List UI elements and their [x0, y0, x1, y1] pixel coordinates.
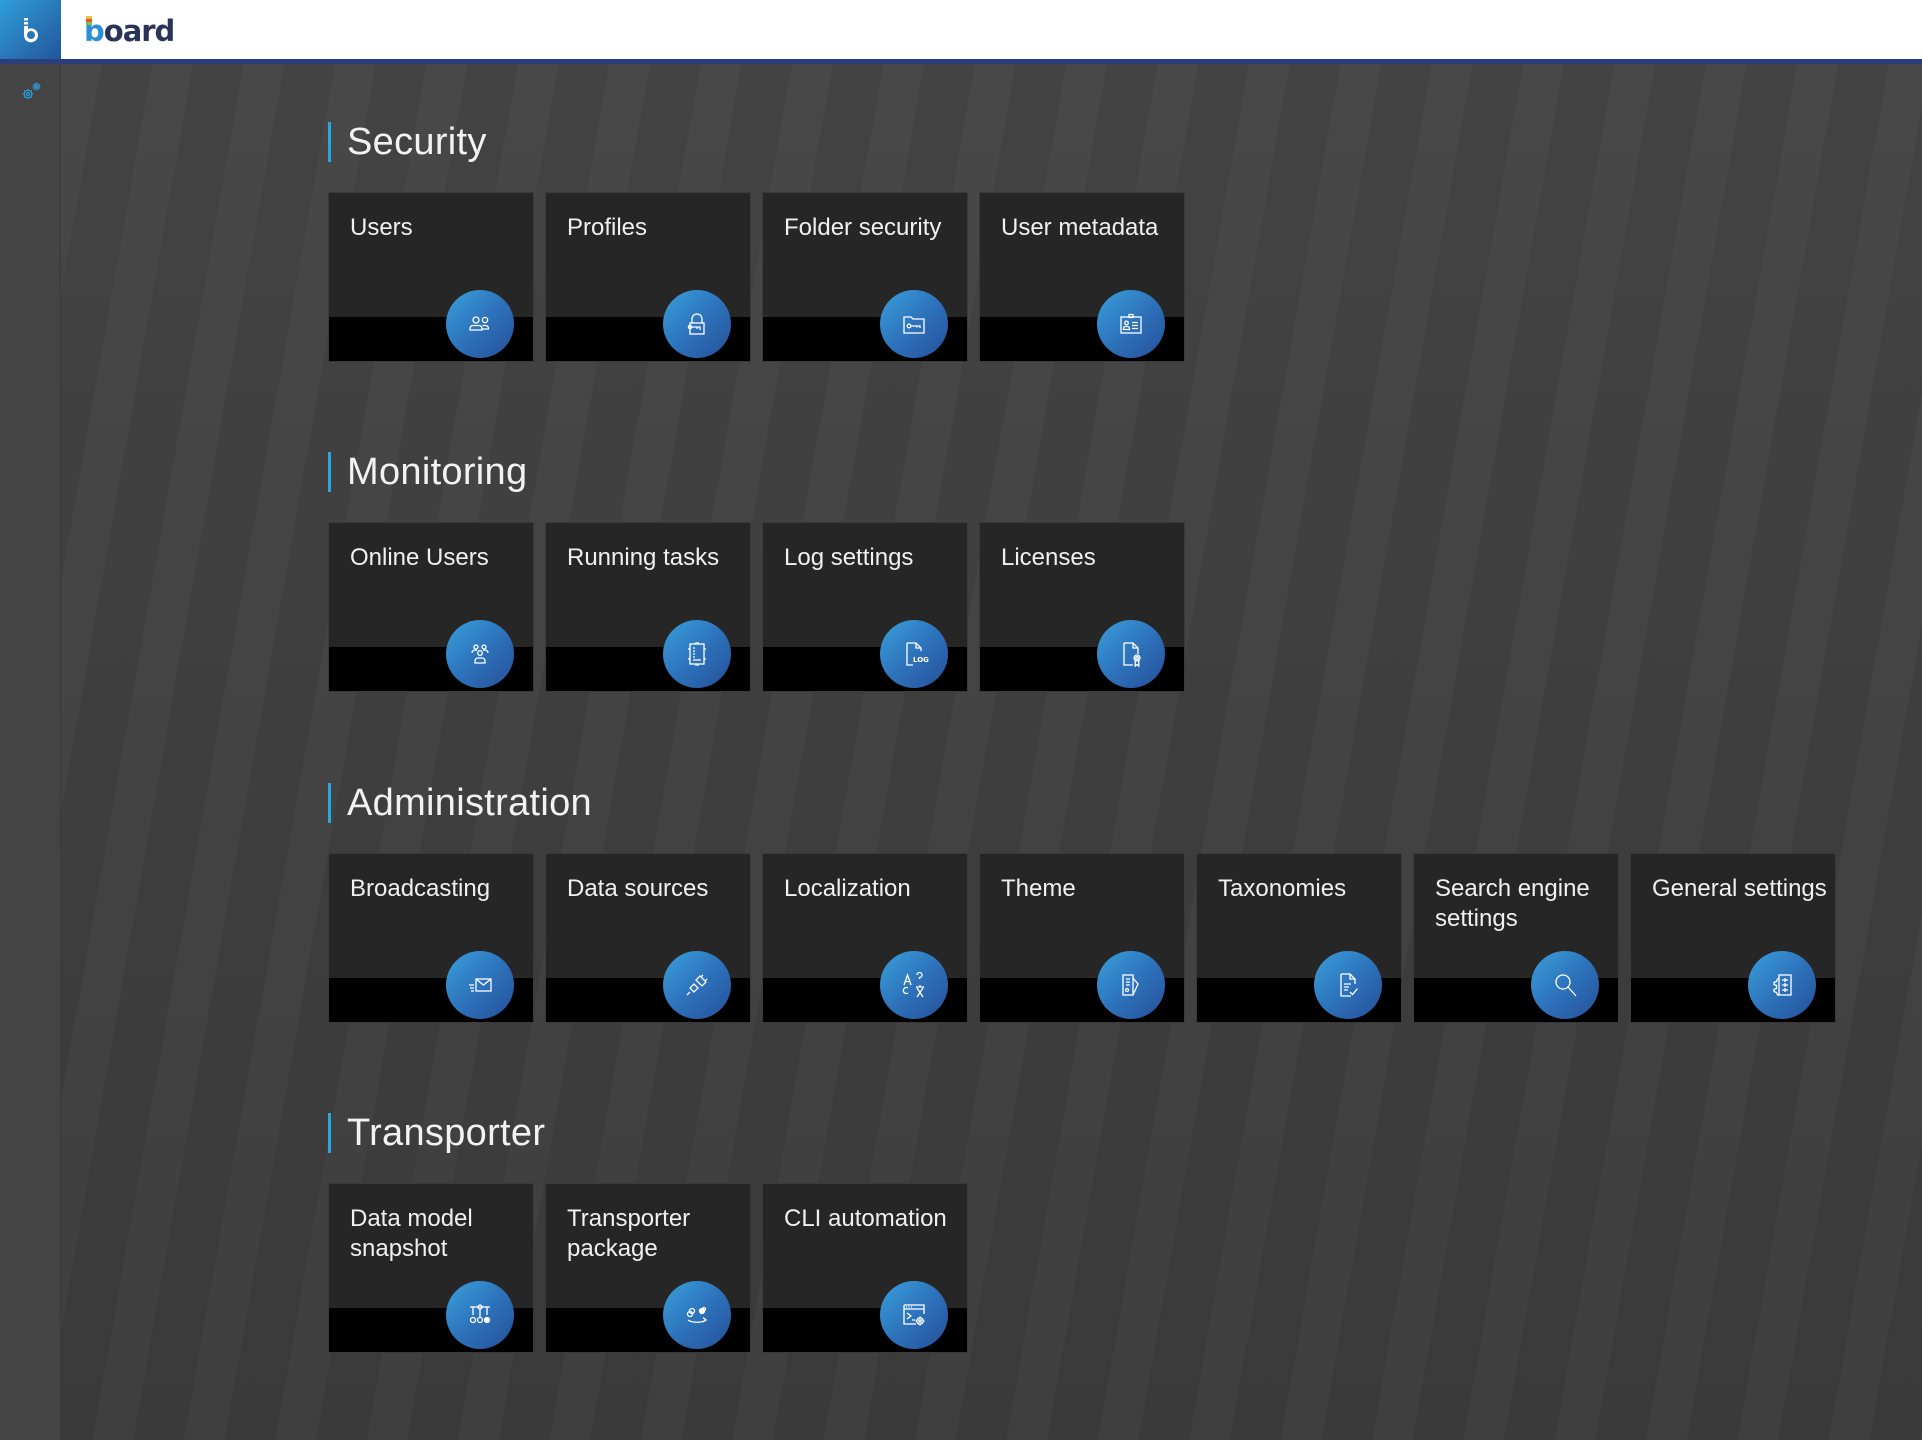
- tile-icon-badge: [1097, 290, 1165, 358]
- tile-label: CLI automation: [784, 1205, 947, 1232]
- tile-localization[interactable]: Localization: [762, 853, 968, 1023]
- tile-icon-badge: [663, 290, 731, 358]
- log-file-icon: LOG: [906, 642, 929, 666]
- top-header: b oard: [0, 0, 1922, 59]
- board-b-icon: [23, 17, 38, 42]
- transfer-icon: [686, 1306, 708, 1323]
- folder-key-icon: [903, 316, 925, 334]
- section-heading-transporter: Transporter: [328, 1113, 545, 1153]
- tile-theme[interactable]: Theme: [979, 853, 1185, 1023]
- tile-label: User metadata: [1001, 214, 1159, 241]
- tile-cli-automation[interactable]: CLI automation: [762, 1183, 968, 1353]
- mail-send-icon: [469, 978, 492, 992]
- tile-folder-security[interactable]: Folder security: [762, 192, 968, 362]
- tile-icon-badge: [446, 620, 514, 688]
- tile-log-settings[interactable]: Log settings LOG: [762, 522, 968, 692]
- tile-taxonomies[interactable]: Taxonomies: [1196, 853, 1402, 1023]
- svg-text:LOG: LOG: [913, 656, 929, 664]
- section-title: Monitoring: [347, 451, 528, 493]
- section-title: Security: [347, 121, 487, 163]
- board-logo: b oard: [84, 12, 176, 48]
- tile-label: Broadcasting: [350, 875, 491, 902]
- section-accent-bar: [328, 122, 331, 162]
- tile-icon-badge: LOG: [880, 620, 948, 688]
- tile-icon-badge: [663, 951, 731, 1019]
- tile-icon-badge: [1097, 620, 1165, 688]
- tile-label: Running tasks: [567, 544, 720, 571]
- terminal-gear-icon: [903, 1304, 925, 1326]
- tile-icon-badge: [446, 1281, 514, 1349]
- translate-icon: [902, 971, 924, 998]
- tile-label: Data model snapshot: [350, 1205, 473, 1262]
- tile-transporter-package[interactable]: Transporter package: [545, 1183, 751, 1353]
- tile-icon-badge: [1314, 951, 1382, 1019]
- section-accent-bar: [328, 783, 331, 823]
- tile-label: Transporter package: [567, 1205, 691, 1262]
- tile-data-sources[interactable]: Data sources: [545, 853, 751, 1023]
- tile-icon-badge: [1531, 951, 1599, 1019]
- chip-icon: [688, 642, 706, 666]
- lock-key-icon: [687, 313, 705, 335]
- tile-icon-badge: [663, 1281, 731, 1349]
- tile-label: Online Users: [350, 544, 489, 571]
- tile-icon-badge: [663, 620, 731, 688]
- data-model-icon: [469, 1304, 491, 1324]
- section-accent-bar: [328, 1113, 331, 1153]
- section-heading-security: Security: [328, 122, 487, 162]
- gears-icon[interactable]: [20, 79, 44, 103]
- tile-icon-badge: [1097, 951, 1165, 1019]
- tile-icon-badge: [446, 290, 514, 358]
- tile-label: Licenses: [1001, 544, 1096, 571]
- license-certificate-icon: [1123, 642, 1141, 668]
- settings-sliders-icon: [1773, 974, 1792, 996]
- tile-running-tasks[interactable]: Running tasks: [545, 522, 751, 692]
- online-users-icon: [471, 644, 489, 664]
- tile-label: Theme: [1001, 875, 1076, 902]
- tile-label: Taxonomies: [1218, 875, 1347, 902]
- tile-label: Data sources: [567, 875, 709, 902]
- tile-icon-badge: [446, 951, 514, 1019]
- tile-general-settings[interactable]: General settings: [1630, 853, 1836, 1023]
- sidebar: [0, 64, 61, 1440]
- tile-label: Log settings: [784, 544, 914, 571]
- tile-label: Folder security: [784, 214, 942, 241]
- users-icon: [469, 316, 490, 331]
- logo-b: b: [84, 14, 105, 48]
- id-card-icon: [1120, 313, 1142, 334]
- tile-label: Profiles: [567, 214, 648, 241]
- tile-label: General settings: [1652, 875, 1827, 902]
- tile-icon-badge: [880, 290, 948, 358]
- section-title: Transporter: [347, 1112, 546, 1154]
- tile-licenses[interactable]: Licenses: [979, 522, 1185, 692]
- section-title: Administration: [347, 782, 592, 824]
- tile-icon-badge: [880, 1281, 948, 1349]
- app-home-button[interactable]: [0, 0, 61, 59]
- tile-data-model-snapshot[interactable]: Data model snapshot: [328, 1183, 534, 1353]
- section-heading-administration: Administration: [328, 783, 592, 823]
- tile-user-metadata[interactable]: User metadata: [979, 192, 1185, 362]
- logo-text: oard: [103, 14, 176, 48]
- tile-icon-badge: [1748, 951, 1816, 1019]
- tile-label: Users: [350, 214, 413, 241]
- tile-label: Search engine settings: [1435, 875, 1590, 932]
- tile-users[interactable]: Users: [328, 192, 534, 362]
- section-heading-monitoring: Monitoring: [328, 452, 527, 492]
- tile-profiles[interactable]: Profiles: [545, 192, 751, 362]
- tile-search-engine-settings[interactable]: Search engine settings: [1413, 853, 1619, 1023]
- theme-edit-icon: [1122, 974, 1139, 996]
- section-accent-bar: [328, 452, 331, 492]
- document-check-icon: [1340, 973, 1358, 997]
- tile-icon-badge: [880, 951, 948, 1019]
- tile-broadcasting[interactable]: Broadcasting: [328, 853, 534, 1023]
- search-icon: [1555, 974, 1577, 997]
- plug-icon: [686, 974, 708, 996]
- tile-label: Localization: [784, 875, 911, 902]
- tile-online-users[interactable]: Online Users: [328, 522, 534, 692]
